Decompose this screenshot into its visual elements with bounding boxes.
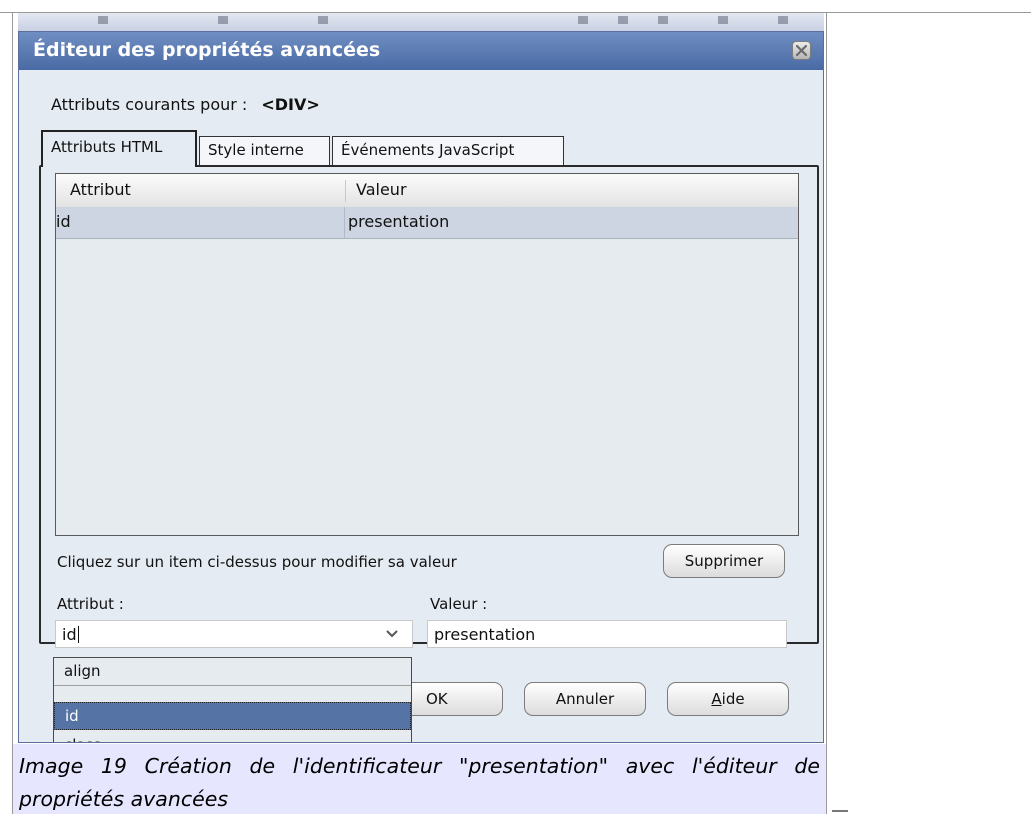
- attributes-table: Attribut Valeur id presentation: [55, 173, 799, 536]
- cancel-button[interactable]: Annuler: [524, 682, 646, 716]
- dialog-titlebar[interactable]: Éditeur des propriétés avancées: [19, 32, 823, 70]
- page-frame-stub: [832, 810, 848, 812]
- dropdown-option-id[interactable]: id: [54, 702, 411, 730]
- current-attributes-line: Attributs courants pour : <DIV>: [51, 95, 320, 114]
- help-label: ide: [721, 690, 745, 708]
- row-attribute-cell: id: [56, 212, 71, 231]
- page-frame-left: [12, 12, 13, 814]
- attribute-input-text: id: [62, 625, 77, 644]
- figure-caption: Image 19 Création de l'identificateur "p…: [13, 744, 826, 814]
- close-button[interactable]: [792, 41, 811, 60]
- current-attributes-label: Attributs courants pour :: [51, 95, 248, 114]
- dialog-title: Éditeur des propriétés avancées: [33, 39, 381, 61]
- attribute-combobox[interactable]: id: [55, 620, 413, 648]
- dropdown-option-class[interactable]: class: [54, 732, 411, 742]
- table-row[interactable]: id presentation: [56, 207, 798, 239]
- text-caret: [77, 626, 79, 643]
- table-header: Attribut Valeur: [56, 174, 798, 208]
- attribute-dropdown-list: align id class: [53, 657, 412, 742]
- chevron-down-icon[interactable]: [386, 630, 398, 638]
- dropdown-option-align[interactable]: align: [54, 658, 411, 686]
- attribute-field-label: Attribut :: [57, 595, 124, 613]
- edit-hint: Cliquez sur un item ci-dessus pour modif…: [57, 553, 457, 571]
- value-input[interactable]: presentation: [427, 620, 787, 648]
- advanced-properties-dialog: Éditeur des propriétés avancées Attribut…: [18, 31, 824, 743]
- tab-javascript-events[interactable]: Événements JavaScript: [332, 136, 564, 166]
- help-button[interactable]: Aide: [667, 682, 789, 716]
- background-toolbar-strip: [18, 13, 824, 31]
- current-tag: <DIV>: [261, 95, 320, 114]
- column-header-attribute[interactable]: Attribut: [70, 180, 131, 199]
- row-value-cell: presentation: [348, 212, 450, 231]
- delete-button[interactable]: Supprimer: [663, 544, 785, 578]
- close-icon: [796, 45, 807, 56]
- tab-html-attributes[interactable]: Attributs HTML: [41, 130, 197, 167]
- page-frame-right: [826, 12, 827, 814]
- value-field-label: Valeur :: [430, 595, 488, 613]
- help-accelerator: A: [711, 690, 722, 708]
- tab-inline-style[interactable]: Style interne: [199, 136, 330, 166]
- column-header-value[interactable]: Valeur: [356, 180, 407, 199]
